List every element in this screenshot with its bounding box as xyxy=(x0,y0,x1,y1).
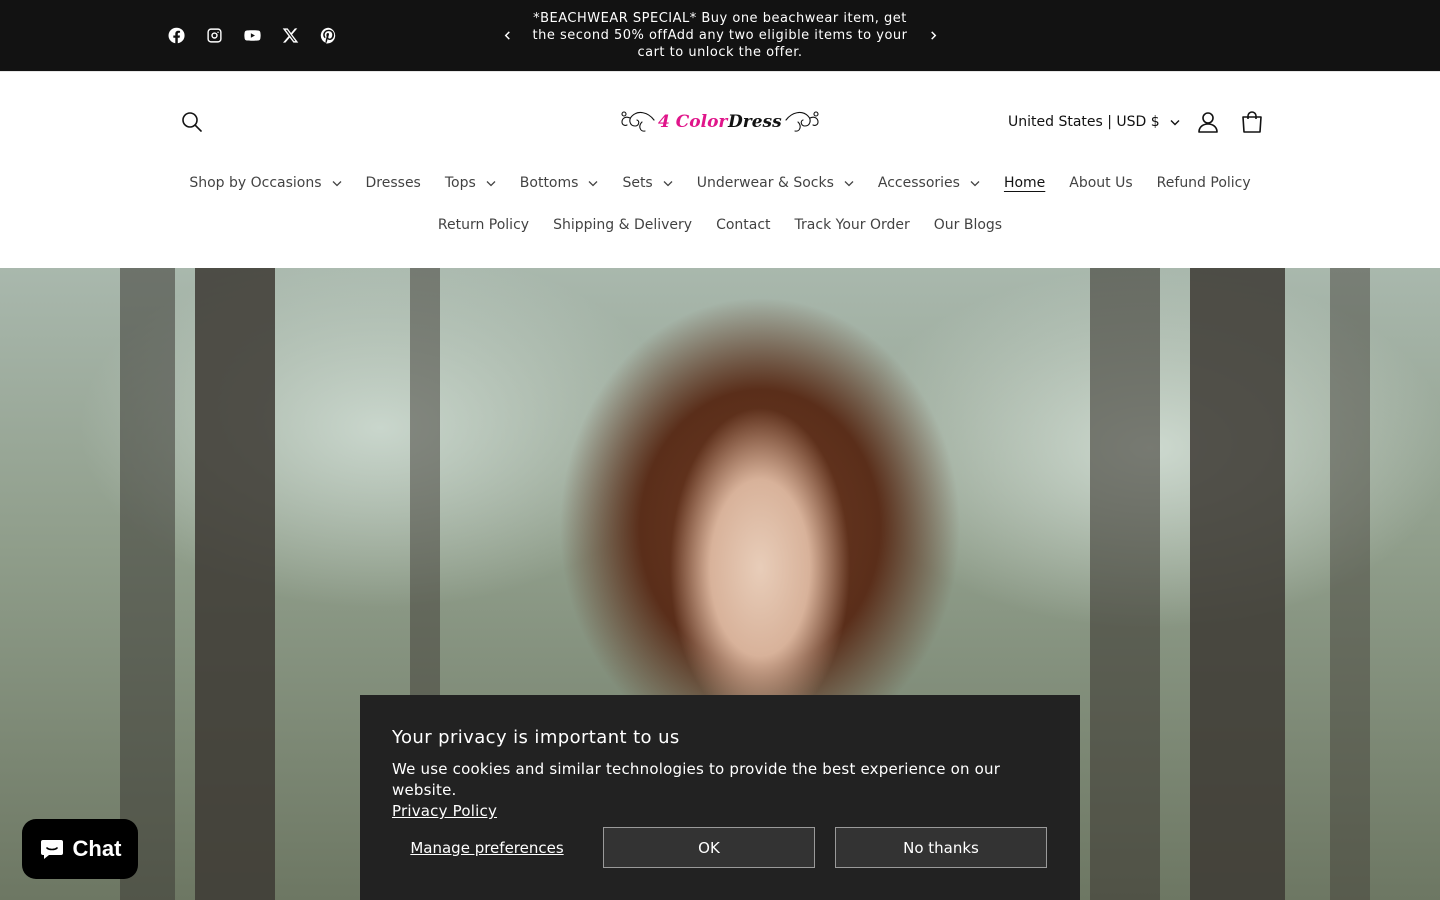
country-currency-selector[interactable]: United States | USD $ xyxy=(1008,108,1180,136)
social-links xyxy=(166,25,338,45)
chat-bubble-icon xyxy=(40,840,63,859)
no-thanks-button[interactable]: No thanks xyxy=(835,827,1047,868)
svg-text:4 Color: 4 Color xyxy=(658,112,728,132)
nav-shipping-delivery[interactable]: Shipping & Delivery xyxy=(553,213,692,237)
chevron-down-icon xyxy=(844,180,854,186)
chat-label: Chat xyxy=(72,836,122,861)
country-currency-label: United States | USD $ xyxy=(1008,114,1160,130)
privacy-policy-link[interactable]: Privacy Policy xyxy=(392,802,497,820)
svg-text:Dress: Dress xyxy=(727,112,782,132)
chevron-down-icon xyxy=(1170,119,1180,125)
main-nav-row-2: Return Policy Shipping & Delivery Contac… xyxy=(0,213,1440,237)
instagram-icon[interactable] xyxy=(204,25,224,45)
nav-tops[interactable]: Tops xyxy=(445,171,496,195)
privacy-consent-banner: Your privacy is important to us We use c… xyxy=(360,695,1080,900)
nav-track-your-order[interactable]: Track Your Order xyxy=(795,213,910,237)
ok-button[interactable]: OK xyxy=(603,827,815,868)
search-icon xyxy=(182,112,202,132)
nav-contact[interactable]: Contact xyxy=(716,213,770,237)
chevron-down-icon xyxy=(970,180,980,186)
nav-home[interactable]: Home xyxy=(1004,171,1045,195)
nav-our-blogs[interactable]: Our Blogs xyxy=(934,213,1002,237)
store-logo[interactable]: 4 Color Dress xyxy=(616,102,824,142)
announcement-bar: *BEACHWEAR SPECIAL* Buy one beachwear it… xyxy=(0,0,1440,71)
announcement-next-button[interactable] xyxy=(923,24,943,46)
cart-button[interactable] xyxy=(1238,108,1266,136)
chevron-down-icon xyxy=(486,180,496,186)
nav-about-us[interactable]: About Us xyxy=(1069,171,1132,195)
divider xyxy=(0,71,1440,72)
chevron-right-icon xyxy=(930,30,936,40)
chevron-down-icon xyxy=(663,180,673,186)
announcement-text: *BEACHWEAR SPECIAL* Buy one beachwear it… xyxy=(532,11,908,60)
pinterest-icon[interactable] xyxy=(318,25,338,45)
nav-return-policy[interactable]: Return Policy xyxy=(438,213,529,237)
privacy-text: We use cookies and similar technologies … xyxy=(392,760,1001,799)
chevron-left-icon xyxy=(504,30,510,40)
main-nav-row-1: Shop by Occasions Dresses Tops Bottoms S… xyxy=(0,171,1440,195)
nav-sets[interactable]: Sets xyxy=(622,171,673,195)
nav-underwear-socks[interactable]: Underwear & Socks xyxy=(697,171,854,195)
account-button[interactable] xyxy=(1194,108,1222,136)
manage-preferences-button[interactable]: Manage preferences xyxy=(392,827,582,868)
nav-bottoms[interactable]: Bottoms xyxy=(520,171,599,195)
privacy-title: Your privacy is important to us xyxy=(392,727,680,748)
youtube-icon[interactable] xyxy=(242,25,262,45)
nav-shop-by-occasions[interactable]: Shop by Occasions xyxy=(189,171,341,195)
announcement-prev-button[interactable] xyxy=(497,24,517,46)
x-icon[interactable] xyxy=(280,25,300,45)
chat-button[interactable]: Chat xyxy=(22,819,138,879)
user-icon xyxy=(1198,112,1218,133)
search-button[interactable] xyxy=(178,108,206,136)
privacy-description: We use cookies and similar technologies … xyxy=(392,759,1052,822)
nav-accessories[interactable]: Accessories xyxy=(878,171,980,195)
shopping-bag-icon xyxy=(1242,111,1262,133)
chevron-down-icon xyxy=(332,180,341,186)
nav-dresses[interactable]: Dresses xyxy=(366,171,421,195)
facebook-icon[interactable] xyxy=(166,25,186,45)
nav-refund-policy[interactable]: Refund Policy xyxy=(1157,171,1251,195)
chevron-down-icon xyxy=(588,180,598,186)
